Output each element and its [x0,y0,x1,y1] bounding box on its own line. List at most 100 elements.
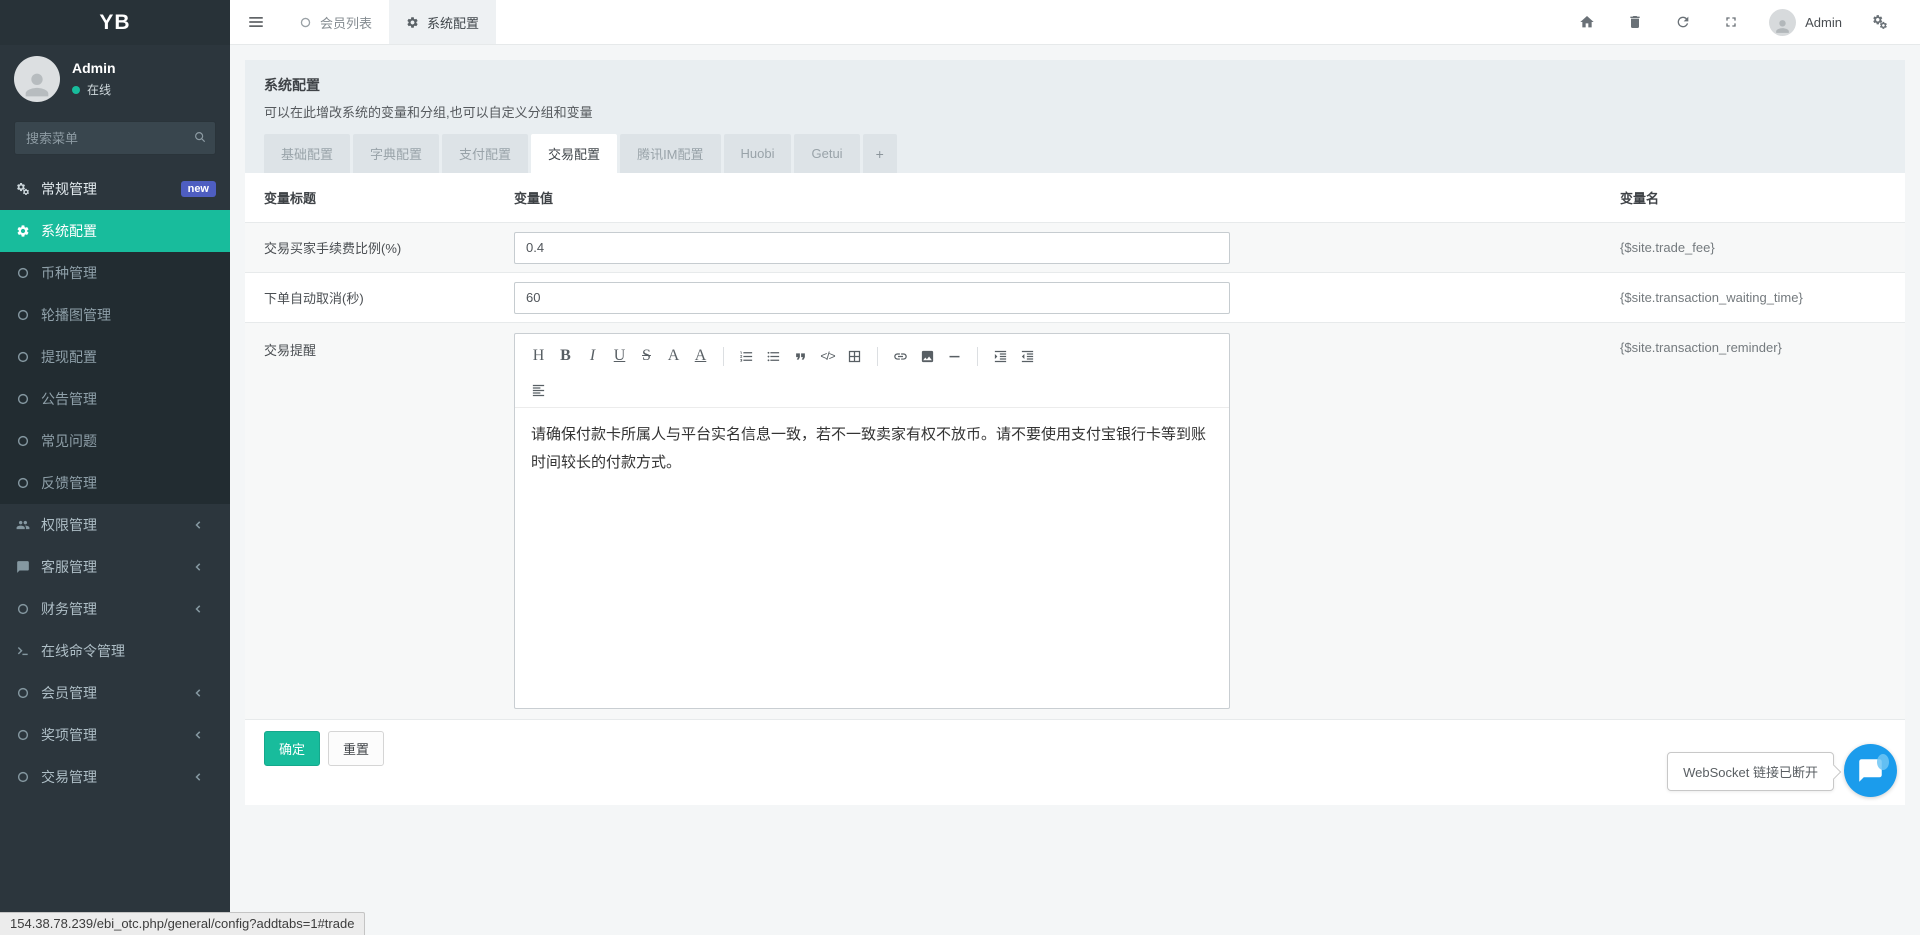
menu-search-input[interactable] [14,121,216,155]
person-icon [1773,17,1792,36]
sidebar-item-withdrawal-config[interactable]: 提现配置 [0,336,230,378]
status-bar-link-preview: 154.38.78.239/ebi_otc.php/general/config… [0,912,365,935]
submit-button[interactable]: 确定 [264,731,320,766]
bold-button[interactable]: B [552,343,579,369]
circle-icon [16,266,30,280]
person-icon [20,68,54,102]
user-panel: Admin 在线 [0,45,230,112]
strikethrough-button[interactable]: S [633,343,660,369]
image-button[interactable] [914,343,941,369]
panel-body: 变量标题 变量值 变量名 交易买家手续费比例(%) {$site.trade_f… [245,173,1905,805]
chevron-left-icon [191,518,205,532]
col-header-name: 变量名 [1620,188,1905,207]
indent-button[interactable] [987,343,1014,369]
horizontal-rule-icon [947,349,962,364]
ordered-list-button[interactable] [733,343,760,369]
quote-icon [793,349,808,364]
gear-icon [16,224,30,238]
chevron-left-icon [191,770,205,784]
new-badge: new [181,181,216,197]
unordered-list-button[interactable] [760,343,787,369]
sidebar-menu: 常规管理 new 系统配置 币种管理 轮播图管理 提现配置 公告管理 常见问题 [0,168,230,798]
sidebar-item-award-management[interactable]: 奖项管理 [0,714,230,756]
tab-payment-config[interactable]: 支付配置 [442,134,528,173]
search-icon [193,130,207,144]
auto-cancel-input[interactable] [514,282,1230,314]
tab-system-config[interactable]: 系统配置 [389,0,496,44]
circle-icon [299,16,312,29]
underline-button[interactable]: U [606,343,633,369]
sidebar-item-customer-service-management[interactable]: 客服管理 [0,546,230,588]
row-varname: {$site.transaction_reminder} [1620,323,1905,355]
tab-tencent-im-config[interactable]: 腾讯IM配置 [620,134,720,173]
sidebar-item-finance-management[interactable]: 财务管理 [0,588,230,630]
sidebar-item-general-management[interactable]: 常规管理 new [0,168,230,210]
sidebar-item-faq[interactable]: 常见问题 [0,420,230,462]
page-title: 系统配置 [264,75,1886,95]
tab-getui[interactable]: Getui [794,134,859,173]
toolbar-separator [977,347,978,366]
table-button[interactable] [841,343,868,369]
tab-trade-config[interactable]: 交易配置 [531,134,617,173]
circle-icon [16,728,30,742]
tab-huobi[interactable]: Huobi [724,134,792,173]
ordered-list-icon [739,349,754,364]
fullscreen-button[interactable] [1707,0,1755,44]
gears-icon [1872,14,1888,30]
trade-fee-input[interactable] [514,232,1230,264]
websocket-tooltip: WebSocket 链接已断开 [1667,752,1834,791]
table-icon [847,349,862,364]
row-varname: {$site.trade_fee} [1620,240,1905,255]
outdent-button[interactable] [1014,343,1041,369]
circle-icon [16,770,30,784]
settings-button[interactable] [1856,0,1904,44]
blockquote-button[interactable] [787,343,814,369]
clear-cache-button[interactable] [1611,0,1659,44]
circle-icon [16,392,30,406]
users-icon [16,518,30,532]
topbar-user-menu[interactable]: Admin [1755,9,1856,36]
sidebar-item-system-config[interactable]: 系统配置 [0,210,230,252]
top-navbar: 会员列表 系统配置 Admin [230,0,1920,45]
table-row: 下单自动取消(秒) {$site.transaction_waiting_tim… [245,273,1905,323]
code-button[interactable]: </> [814,343,841,369]
transaction-reminder-editor[interactable]: 请确保付款卡所属人与平台实名信息一致，若不一致卖家有权不放币。请不要使用支付宝银… [515,408,1229,708]
trash-icon [1627,14,1643,30]
link-button[interactable] [887,343,914,369]
sidebar-item-carousel-management[interactable]: 轮播图管理 [0,294,230,336]
panel-heading: 系统配置 可以在此增改系统的变量和分组,也可以自定义分组和变量 基础配置 字典配… [245,60,1905,173]
sidebar-item-feedback-management[interactable]: 反馈管理 [0,462,230,504]
heading-button[interactable]: H [525,343,552,369]
form-actions: 确定 重置 [245,720,1905,805]
reset-button[interactable]: 重置 [328,731,384,766]
terminal-icon [16,644,30,658]
chevron-left-icon [191,560,205,574]
sidebar-item-trade-management[interactable]: 交易管理 [0,756,230,798]
config-panel: 系统配置 可以在此增改系统的变量和分组,也可以自定义分组和变量 基础配置 字典配… [245,60,1905,805]
tab-member-list[interactable]: 会员列表 [282,0,389,44]
tab-dictionary-config[interactable]: 字典配置 [353,134,439,173]
page-subtitle: 可以在此增改系统的变量和分组,也可以自定义分组和变量 [264,102,1886,121]
italic-button[interactable]: I [579,343,606,369]
align-left-icon [531,383,546,398]
sidebar-toggle-button[interactable] [230,0,282,44]
row-varname: {$site.transaction_waiting_time} [1620,290,1905,305]
chat-widget-button[interactable] [1844,744,1897,797]
align-left-button[interactable] [525,377,552,403]
sidebar-item-permission-management[interactable]: 权限管理 [0,504,230,546]
font-size-button[interactable]: A [660,343,687,369]
sidebar-item-online-command-management[interactable]: 在线命令管理 [0,630,230,672]
sidebar-item-announcement-management[interactable]: 公告管理 [0,378,230,420]
home-button[interactable] [1563,0,1611,44]
chevron-left-icon [191,728,205,742]
editor-toolbar: H B I U S A A [515,334,1229,408]
add-tab-button[interactable]: + [863,134,897,173]
sidebar-item-currency-management[interactable]: 币种管理 [0,252,230,294]
horizontal-rule-button[interactable] [941,343,968,369]
font-color-button[interactable]: A [687,343,714,369]
refresh-button[interactable] [1659,0,1707,44]
menu-search [14,121,216,155]
gears-icon [16,182,30,196]
sidebar-item-member-management[interactable]: 会员管理 [0,672,230,714]
tab-basic-config[interactable]: 基础配置 [264,134,350,173]
